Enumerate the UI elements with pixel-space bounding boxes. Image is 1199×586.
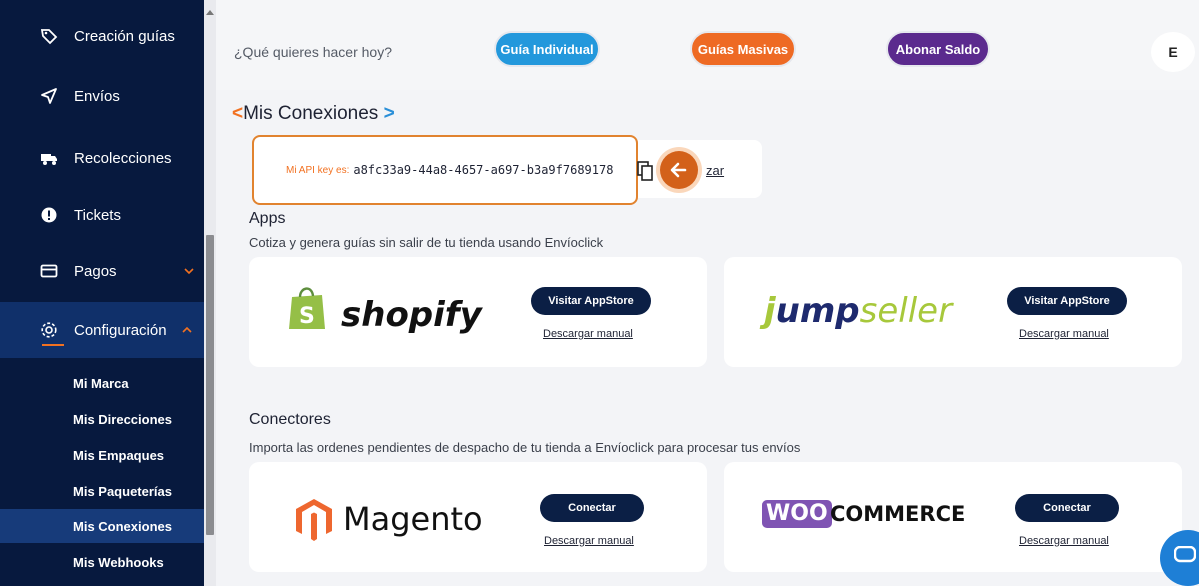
apps-heading: Apps [249, 210, 286, 227]
sidebar-item-label: Creación guías [74, 27, 175, 45]
sidebar-item-label: Recolecciones [74, 149, 172, 167]
svg-text:S: S [299, 304, 315, 329]
api-key-box: Mi API key es: a8fc33a9-44a8-4657-a697-b… [252, 135, 638, 205]
shopify-logo-text: shopify [341, 295, 482, 335]
card-icon [40, 262, 58, 280]
jumpseller-logo-j: j [764, 291, 776, 331]
guia-individual-button[interactable]: Guía Individual [494, 31, 600, 67]
shopify-visit-appstore-button[interactable]: Visitar AppStore [531, 287, 651, 315]
top-bar-prompt: ¿Qué quieres hacer hoy? [234, 44, 392, 60]
title-bracket-left: < [232, 103, 244, 124]
sidebar-subitem-mis-paqueterias[interactable]: Mis Paqueterías [0, 474, 204, 508]
page-title-text: Mis Conexiones [243, 103, 379, 124]
avatar[interactable]: E [1151, 32, 1195, 72]
api-key-value: a8fc33a9-44a8-4657-a697-b3a9f7689178 [353, 163, 614, 177]
main-content: <Mis Conexiones > Mi API key es: a8fc33a… [216, 90, 1199, 586]
sidebar-subitem-mis-webhooks[interactable]: Mis Webhooks [0, 545, 204, 579]
alert-icon [40, 206, 58, 224]
sidebar-item-tickets[interactable]: Tickets [0, 187, 204, 243]
sidebar-item-recolecciones[interactable]: Recolecciones [0, 130, 204, 186]
shopify-card: S shopify Visitar AppStore Descargar man… [249, 257, 707, 367]
sidebar-item-creacion-guias[interactable]: Creación guías [0, 8, 204, 64]
sidebar-item-pagos[interactable]: Pagos [0, 243, 204, 299]
api-key-label: Mi API key es: [286, 164, 350, 176]
magento-connect-button[interactable]: Conectar [540, 494, 644, 522]
chevron-up-icon [182, 323, 192, 337]
woo-logo-badge: WOO [762, 500, 832, 528]
sidebar: Creación guías Envíos Recolecciones Tick… [0, 0, 204, 586]
woocommerce-logo-text: COMMERCE [830, 502, 966, 526]
sidebar-item-label: Envíos [74, 87, 120, 105]
sidebar-subitem-mis-direcciones[interactable]: Mis Direcciones [0, 402, 204, 436]
scroll-up-arrow-icon[interactable] [206, 10, 214, 15]
sidebar-scrollbar[interactable] [204, 0, 216, 586]
sidebar-item-configuracion[interactable]: Configuración [0, 302, 204, 358]
arrow-left-icon [660, 151, 698, 189]
sidebar-subitem-mis-empaques[interactable]: Mis Empaques [0, 438, 204, 472]
jumpseller-card: jumpseller Visitar AppStore Descargar ma… [724, 257, 1182, 367]
sidebar-subitem-mi-marca[interactable]: Mi Marca [0, 366, 204, 400]
connectors-description: Importa las ordenes pendientes de despac… [249, 440, 801, 455]
regenerate-link[interactable]: zar [706, 163, 724, 178]
shopify-bag-icon: S [287, 285, 327, 336]
woocommerce-connect-button[interactable]: Conectar [1015, 494, 1119, 522]
woocommerce-card: WOO COMMERCE Conectar Descargar manual [724, 462, 1182, 572]
page-title: <Mis Conexiones > [232, 103, 395, 125]
shopify-download-manual-link[interactable]: Descargar manual [543, 328, 633, 340]
jumpseller-visit-appstore-button[interactable]: Visitar AppStore [1007, 287, 1127, 315]
gear-icon [40, 321, 58, 339]
top-bar: ¿Qué quieres hacer hoy? Guía Individual … [216, 0, 1199, 90]
active-indicator [42, 344, 64, 346]
woocommerce-download-manual-link[interactable]: Descargar manual [1019, 535, 1109, 547]
magento-card: Magento Conectar Descargar manual [249, 462, 707, 572]
sidebar-item-envios[interactable]: Envíos [0, 68, 204, 124]
jumpseller-logo: jumpseller [764, 291, 952, 331]
sidebar-subitem-mis-conexiones[interactable]: Mis Conexiones [0, 509, 204, 543]
apps-description: Cotiza y genera guías sin salir de tu ti… [249, 235, 604, 250]
magento-logo-icon [295, 498, 333, 547]
jumpseller-logo-ump: ump [775, 291, 860, 331]
magento-logo-text: Magento [343, 500, 483, 538]
sidebar-item-label: Tickets [74, 206, 121, 224]
chevron-down-icon [184, 264, 194, 278]
copy-icon[interactable] [637, 161, 653, 181]
sidebar-item-label: Pagos [74, 262, 117, 280]
jumpseller-download-manual-link[interactable]: Descargar manual [1019, 328, 1109, 340]
scroll-thumb[interactable] [206, 235, 214, 535]
guias-masivas-button[interactable]: Guías Masivas [690, 31, 796, 67]
truck-icon [40, 149, 58, 167]
jumpseller-logo-seller: seller [859, 291, 953, 331]
title-bracket-right: > [383, 103, 395, 124]
abonar-saldo-button[interactable]: Abonar Saldo [886, 31, 990, 67]
sidebar-item-label: Configuración [74, 321, 167, 339]
magento-download-manual-link[interactable]: Descargar manual [544, 535, 634, 547]
chat-icon [1173, 545, 1197, 571]
connectors-heading: Conectores [249, 411, 331, 428]
tag-icon [40, 27, 58, 45]
send-icon [40, 87, 58, 105]
